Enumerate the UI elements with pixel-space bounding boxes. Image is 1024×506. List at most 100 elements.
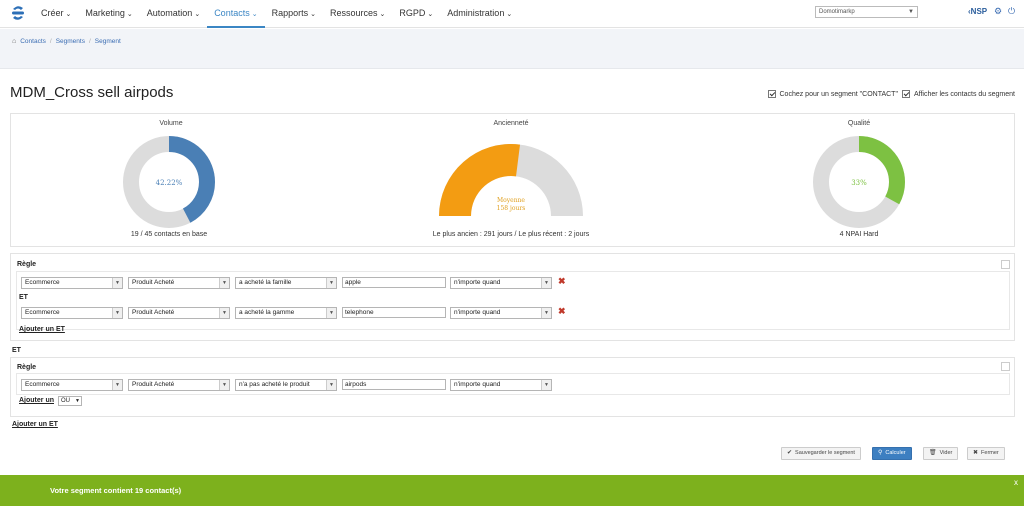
chevron-down-icon: ▼	[75, 398, 80, 404]
close-icon: ✖	[973, 450, 979, 456]
rule-condition-select[interactable]: a acheté la gamme ▼	[235, 307, 337, 319]
delete-rule-icon[interactable]: ✖	[558, 276, 566, 287]
add-operator-select[interactable]: OU ▼	[58, 396, 82, 406]
qualite-percent: 33%	[851, 179, 867, 187]
gear-icon[interactable]: ⚙	[994, 6, 1002, 17]
chevron-down-icon: ▼	[219, 380, 229, 390]
volume-donut: 42.22%	[123, 136, 215, 228]
close-button[interactable]: ✖ Fermer	[967, 447, 1005, 460]
qualite-caption: 4 NPAI Hard	[839, 231, 879, 238]
chevron-down-icon: ▼	[326, 278, 336, 288]
menu-rapports[interactable]: Rapports ⌄	[265, 0, 323, 28]
save-segment-button[interactable]: ✔ Sauvegarder le segment	[781, 447, 861, 460]
anciennete-center-label: Moyenne	[497, 197, 525, 204]
chevron-down-icon: ⌄	[65, 11, 72, 18]
chevron-down-icon: ▼	[541, 308, 551, 318]
breadcrumb-segment[interactable]: Segment	[95, 38, 121, 45]
breadcrumb-segments[interactable]: Segments	[56, 38, 85, 45]
stats-panel: Volume 42.22% 19 / 45 contacts en base A…	[10, 113, 1015, 247]
chevron-down-icon: ⌄	[251, 11, 258, 18]
account-select[interactable]: Domotimarkp ▼	[815, 6, 918, 18]
breadcrumb-separator: /	[88, 38, 91, 45]
power-icon[interactable]: ⏻	[1008, 6, 1015, 17]
rule-period-select[interactable]: n'importe quand ▼	[450, 277, 552, 289]
app-logo-icon[interactable]	[9, 4, 27, 22]
rule-type-select[interactable]: Produit Acheté ▼	[128, 379, 230, 391]
rule-value-input[interactable]: apple	[342, 277, 446, 288]
chevron-down-icon: ⌄	[310, 11, 316, 18]
chevron-down-icon: ▼	[112, 308, 122, 318]
close-icon[interactable]: x	[1014, 478, 1018, 487]
menu-contacts[interactable]: Contacts ⌄	[207, 0, 265, 28]
chevron-down-icon: ▼	[326, 308, 336, 318]
notification-bar: Votre segment contient 19 contact(s) x	[0, 475, 1024, 506]
search-icon: ⚲	[878, 450, 883, 456]
chevron-down-icon: ▼	[219, 278, 229, 288]
group-select-box[interactable]	[1001, 362, 1010, 371]
home-icon[interactable]: ⌂	[12, 38, 16, 45]
menu-rgpd[interactable]: RGPD ⌄	[392, 0, 440, 28]
group-select-box[interactable]	[1001, 260, 1010, 269]
menu-automation[interactable]: Automation ⌄	[140, 0, 207, 28]
qualite-donut: 33%	[813, 136, 905, 228]
rule-condition-select[interactable]: n'a pas acheté le produit ▼	[235, 379, 337, 391]
chevron-down-icon: ▼	[326, 380, 336, 390]
volume-caption: 19 / 45 contacts en base	[130, 231, 208, 238]
rule-value-input[interactable]: telephone	[342, 307, 446, 318]
add-rule-link[interactable]: Ajouter un	[19, 397, 54, 404]
trash-icon: 🗑	[929, 450, 937, 456]
menu-ressources[interactable]: Ressources ⌄	[323, 0, 392, 28]
rule-category-select[interactable]: Ecommerce ▼	[21, 379, 123, 391]
anciennete-gauge: Moyenne 158 jours	[439, 144, 583, 216]
chevron-down-icon: ⌄	[126, 11, 133, 18]
contact-segment-checkbox[interactable]	[767, 90, 776, 98]
rule-value-input[interactable]: airpods	[342, 379, 446, 390]
chevron-down-icon: ⌄	[194, 11, 201, 18]
rule-category-select[interactable]: Ecommerce ▼	[21, 277, 123, 289]
et-group-label: ET	[12, 347, 21, 354]
clear-button[interactable]: 🗑 Vider	[923, 447, 959, 460]
et-label: ET	[19, 294, 28, 301]
show-contacts-checkbox[interactable]	[901, 90, 910, 98]
chevron-down-icon: ⌄	[506, 11, 513, 18]
menu-creer[interactable]: Créer ⌄	[34, 0, 78, 28]
check-icon: ✔	[787, 450, 793, 456]
chevron-down-icon: ▼	[541, 278, 551, 288]
calculate-button[interactable]: ⚲ Calculer	[872, 447, 912, 460]
page-title: MDM_Cross sell airpods	[10, 84, 174, 101]
chevron-down-icon: ⌄	[379, 11, 386, 18]
breadcrumb-separator: /	[49, 38, 52, 45]
chevron-down-icon: ▼	[219, 308, 229, 318]
add-and-link[interactable]: Ajouter un ET	[19, 326, 65, 333]
chevron-down-icon: ▼	[541, 380, 551, 390]
rule-type-select[interactable]: Produit Acheté ▼	[128, 277, 230, 289]
chevron-down-icon: ▼	[112, 380, 122, 390]
volume-title: Volume	[159, 120, 183, 127]
anciennete-center-value: 158 jours	[497, 205, 526, 212]
chevron-down-icon: ⌄	[427, 11, 434, 18]
breadcrumb-contacts[interactable]: Contacts	[20, 38, 46, 45]
segment-options: Cochez pour un segment "CONTACT" Affiche…	[767, 90, 1015, 98]
main-menu: Créer ⌄ Marketing ⌄ Automation ⌄ Contacts ⌄ …	[34, 0, 519, 28]
menu-marketing[interactable]: Marketing ⌄	[78, 0, 139, 28]
user-badge[interactable]: ‹NSP	[968, 7, 987, 16]
rule-label: Règle	[17, 364, 37, 371]
rule-group-1: Règle Ecommerce ▼ Produit Acheté ▼ a achet…	[10, 253, 1015, 341]
rule-group-2: Règle Ecommerce ▼ Produit Acheté ▼ n'a pas…	[10, 357, 1015, 417]
menu-administration[interactable]: Administration ⌄	[440, 0, 519, 28]
rule-period-select[interactable]: n'importe quand ▼	[450, 379, 552, 391]
rule-type-select[interactable]: Produit Acheté ▼	[128, 307, 230, 319]
add-and-outer-link[interactable]: Ajouter un ET	[12, 421, 58, 428]
rule-panel: Ecommerce ▼ Produit Acheté ▼ a acheté la f…	[16, 271, 1010, 330]
delete-rule-icon[interactable]: ✖	[558, 306, 566, 317]
rule-category-select[interactable]: Ecommerce ▼	[21, 307, 123, 319]
dropdown-arrow-icon: ▼	[908, 9, 914, 15]
top-nav: Créer ⌄ Marketing ⌄ Automation ⌄ Contacts ⌄ …	[0, 0, 1024, 28]
anciennete-caption: Le plus ancien : 291 jours / Le plus réc…	[432, 231, 590, 238]
breadcrumb-band: ⌂ Contacts / Segments / Segment	[0, 29, 1024, 69]
rule-period-select[interactable]: n'importe quand ▼	[450, 307, 552, 319]
rule-label: Règle	[17, 261, 37, 268]
chevron-down-icon: ▼	[112, 278, 122, 288]
anciennete-title: Ancienneté	[493, 120, 529, 127]
rule-condition-select[interactable]: a acheté la famille ▼	[235, 277, 337, 289]
